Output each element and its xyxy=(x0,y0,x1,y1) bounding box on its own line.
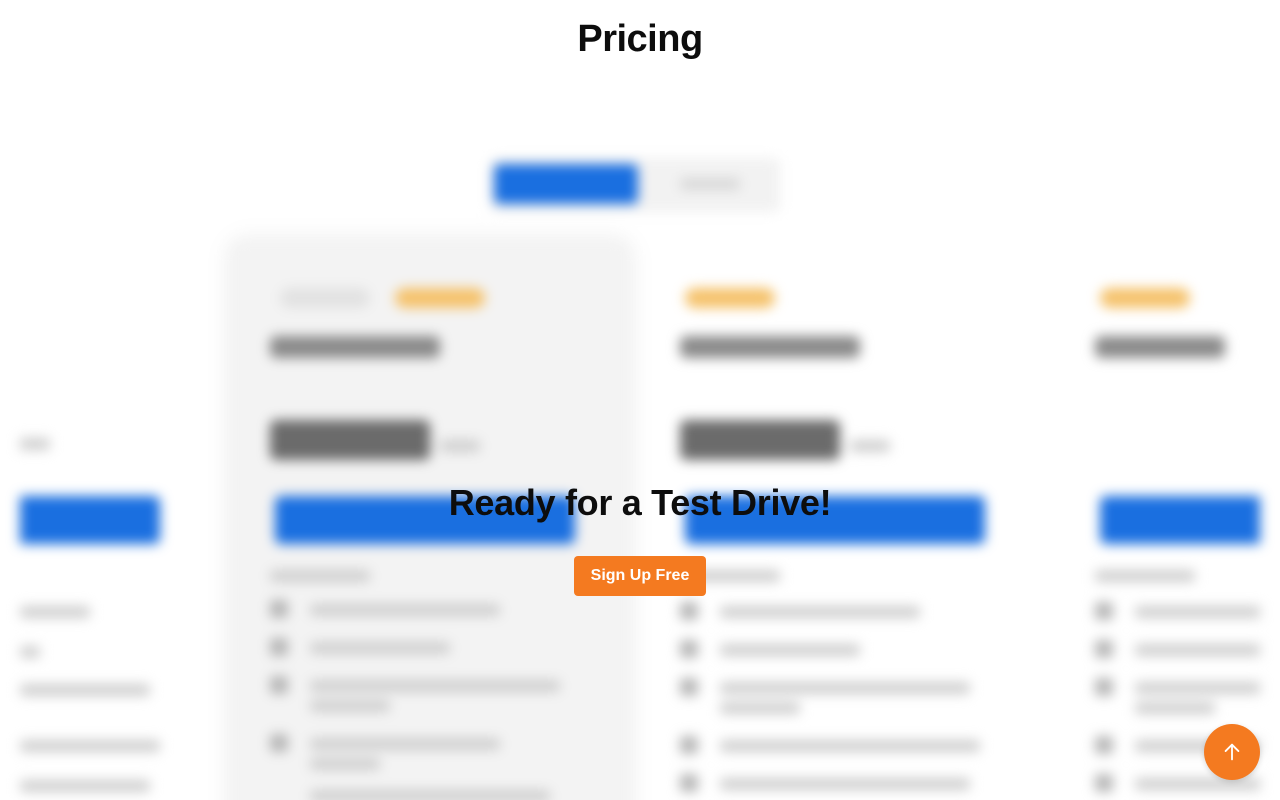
billing-toggle-active xyxy=(494,164,638,204)
test-drive-heading: Ready for a Test Drive! xyxy=(448,482,832,523)
billing-toggle-inactive xyxy=(680,178,740,190)
arrow-up-icon xyxy=(1224,743,1240,761)
billing-toggle xyxy=(490,158,780,212)
blurred-pricing-plans xyxy=(20,120,1260,800)
scroll-to-top-button[interactable] xyxy=(1204,724,1260,780)
page-title: Pricing xyxy=(577,18,703,60)
sign-up-free-button[interactable]: Sign Up Free xyxy=(574,556,706,596)
